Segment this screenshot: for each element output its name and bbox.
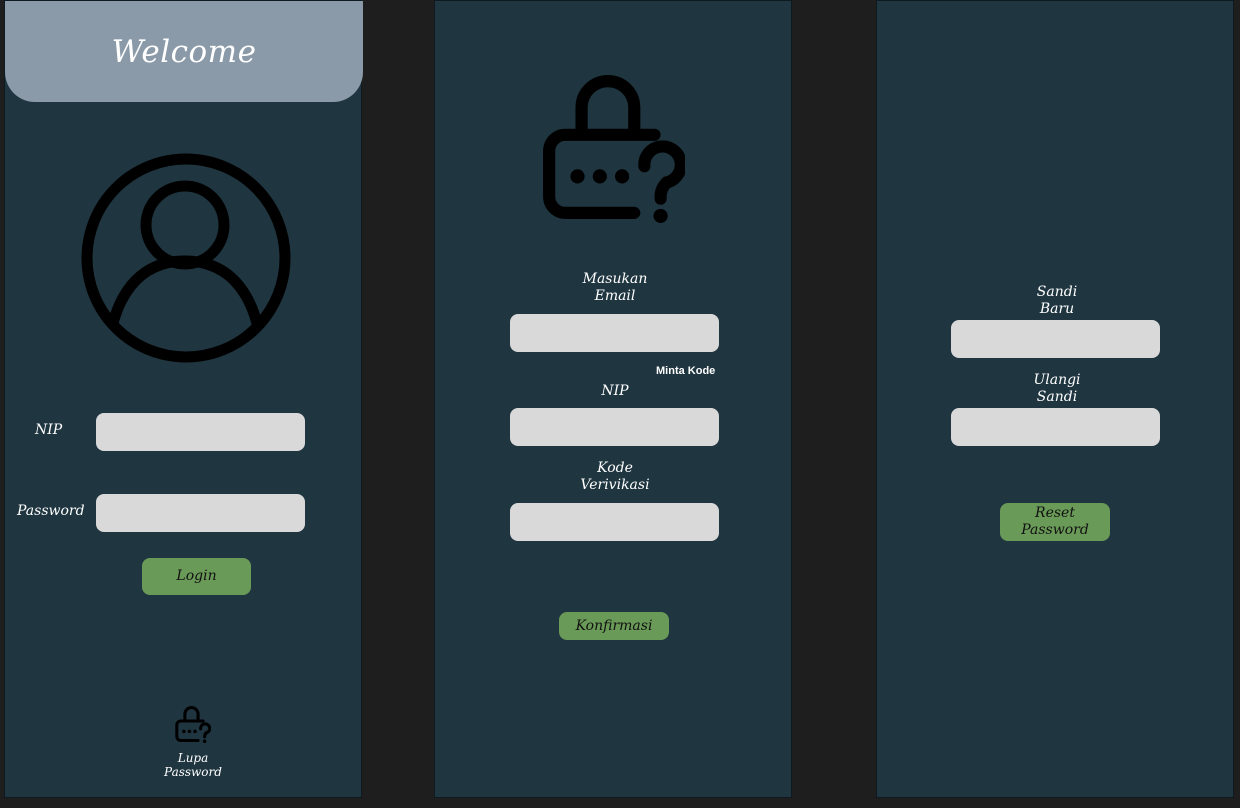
nip-input[interactable]: [96, 413, 305, 451]
forgot-password-link[interactable]: Lupa Password: [155, 705, 231, 781]
nip-label: NIP: [601, 383, 629, 399]
login-screen: Welcome NIP Password Login Lupa Password: [4, 0, 363, 798]
nip-label: NIP: [35, 422, 63, 438]
repeat-password-input[interactable]: [951, 408, 1160, 446]
reset-password-button[interactable]: Reset Password: [1000, 503, 1110, 541]
new-password-label: Sandi Baru: [1036, 284, 1078, 317]
request-code-link[interactable]: Minta Kode: [656, 365, 715, 377]
forgot-password-screen: Masukan Email Minta Kode NIP Kode Verivi…: [434, 0, 792, 798]
verification-code-input[interactable]: [510, 503, 719, 541]
user-circle-icon: [81, 153, 291, 363]
login-button[interactable]: Login: [142, 558, 251, 595]
new-password-input[interactable]: [951, 320, 1160, 358]
verification-code-label: Kode Verivikasi: [580, 460, 650, 493]
confirm-button[interactable]: Konfirmasi: [559, 612, 669, 640]
welcome-header: Welcome: [5, 1, 363, 102]
reset-password-screen: Sandi Baru Ulangi Sandi Reset Password: [876, 0, 1234, 798]
lock-question-icon: [175, 706, 211, 743]
email-input[interactable]: [510, 314, 719, 352]
password-input[interactable]: [96, 494, 305, 532]
email-label: Masukan Email: [582, 271, 648, 304]
lock-question-icon: [543, 75, 685, 223]
forgot-password-label: Lupa Password: [164, 751, 222, 779]
password-label: Password: [17, 503, 85, 519]
repeat-password-label: Ulangi Sandi: [1033, 372, 1081, 405]
nip-input[interactable]: [510, 408, 719, 446]
